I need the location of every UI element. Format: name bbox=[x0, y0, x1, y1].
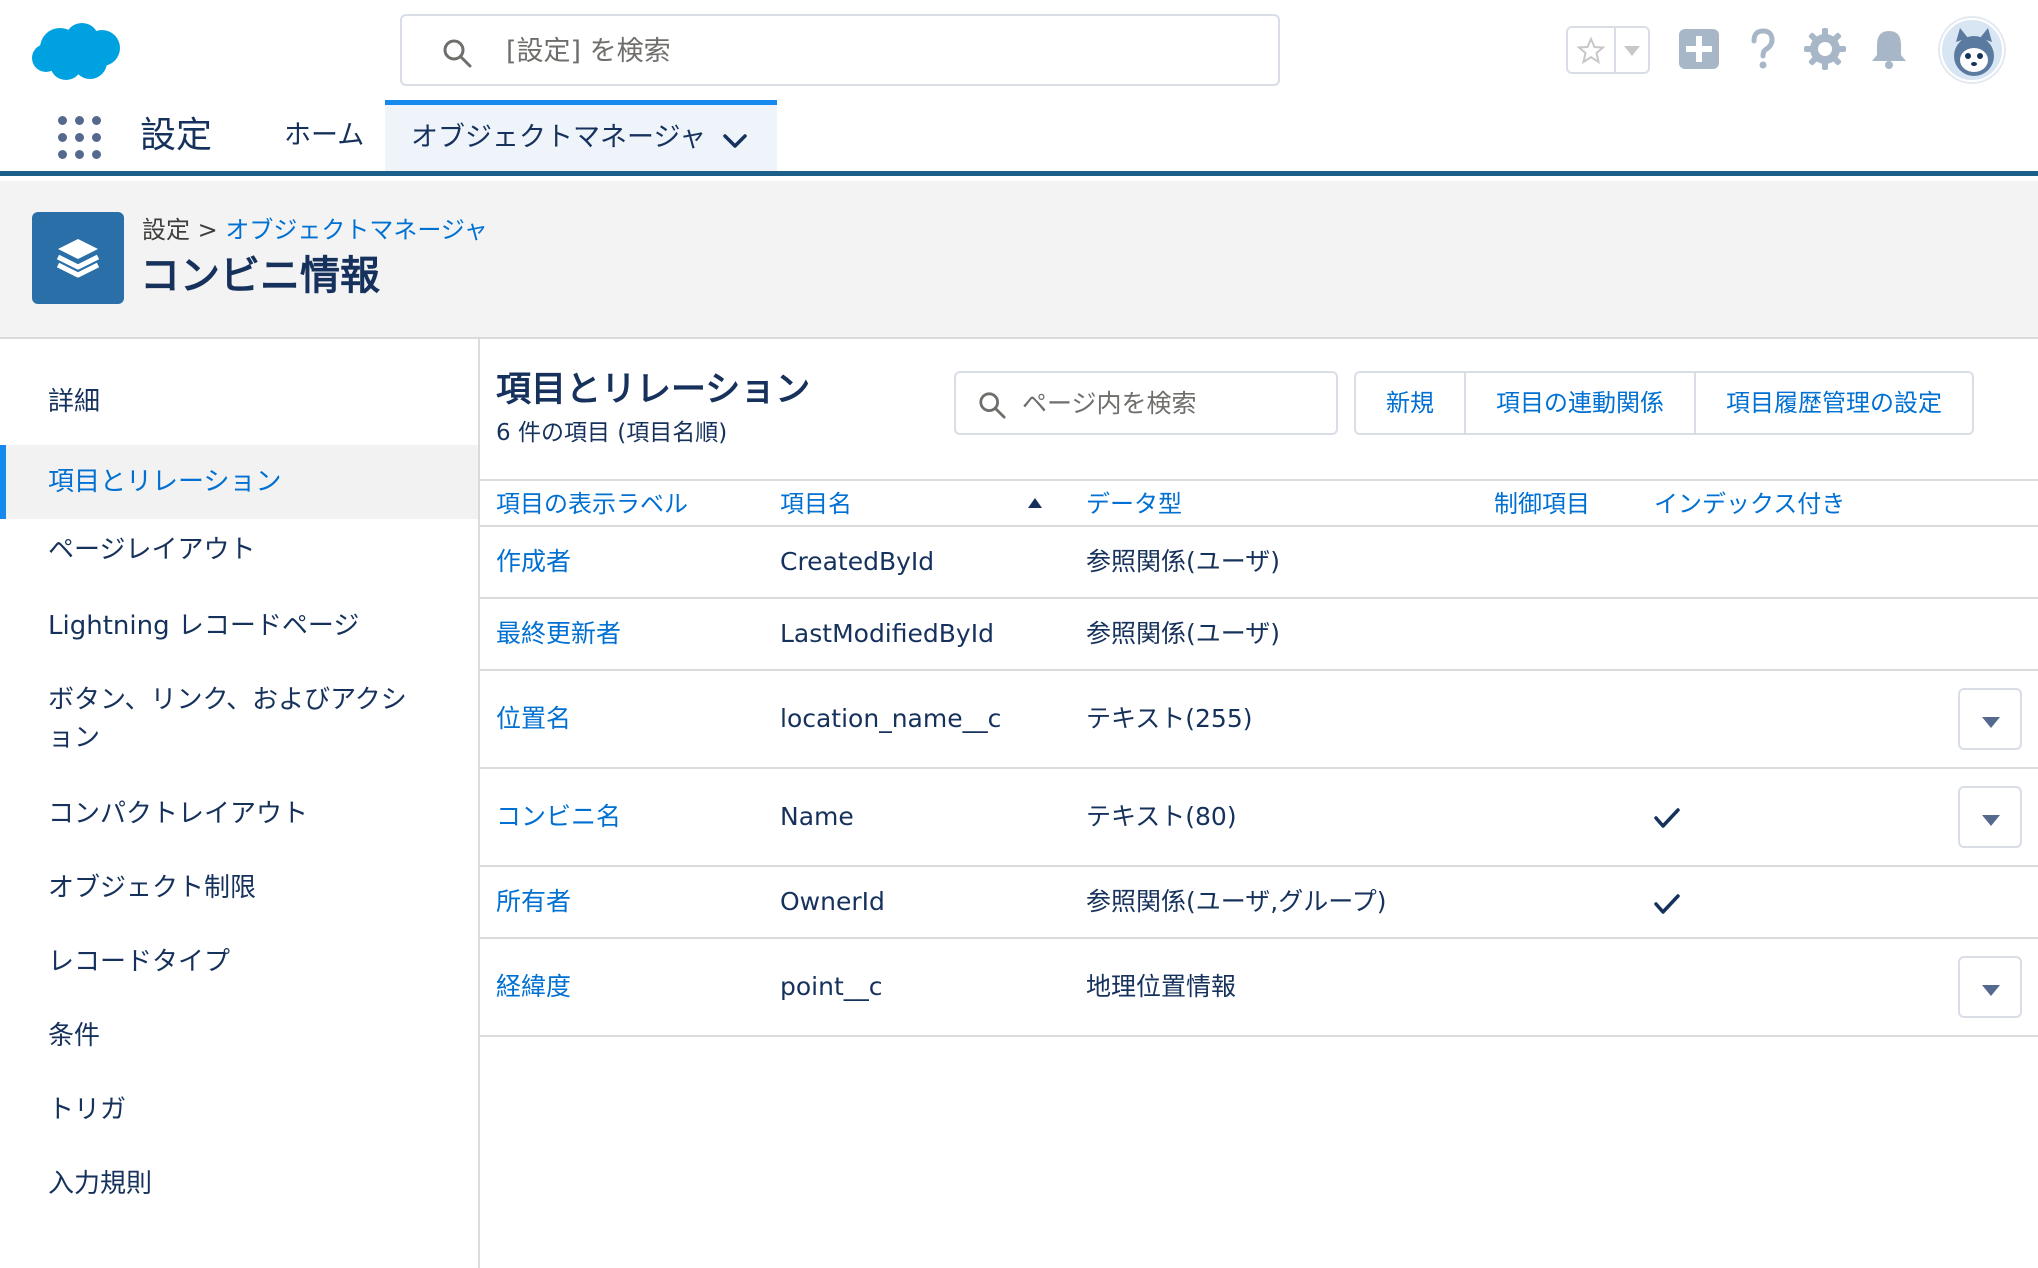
new-button[interactable]: 新規 bbox=[1356, 373, 1466, 433]
field-data-type: テキスト(255) bbox=[1086, 704, 1253, 733]
table-row: 位置名 location_name__c テキスト(255) bbox=[480, 671, 2038, 769]
field-data-type: 参照関係(ユーザ) bbox=[1086, 547, 1281, 576]
field-label-link[interactable]: 位置名 bbox=[496, 701, 571, 737]
app-launcher-icon[interactable] bbox=[56, 114, 104, 162]
field-label-link[interactable]: コンビニ名 bbox=[496, 799, 621, 835]
sidebar-item-page-layouts[interactable]: ページレイアウト bbox=[0, 531, 478, 569]
global-header: [設定] を検索 bbox=[0, 0, 2038, 100]
search-icon bbox=[979, 392, 1006, 419]
layers-icon bbox=[56, 239, 100, 278]
field-api-name: CreatedById bbox=[780, 547, 935, 576]
section-subtitle: 6 件の項目 (項目名順) bbox=[496, 420, 728, 446]
field-dependencies-button[interactable]: 項目の連動関係 bbox=[1466, 373, 1696, 433]
field-api-name: OwnerId bbox=[780, 887, 885, 916]
sidebar-item-criteria[interactable]: 条件 bbox=[0, 1017, 478, 1055]
astro-avatar-icon bbox=[1954, 28, 1994, 76]
page-search-placeholder: ページ内を検索 bbox=[1022, 389, 1197, 418]
table-row: 最終更新者 LastModifiedById 参照関係(ユーザ) bbox=[480, 599, 2038, 671]
row-actions-dropdown[interactable] bbox=[1958, 786, 2022, 848]
dropdown-menu-icon bbox=[1982, 717, 2000, 728]
table-row: 作成者 CreatedById 参照関係(ユーザ) bbox=[480, 527, 2038, 599]
global-search-input[interactable]: [設定] を検索 bbox=[400, 14, 1280, 86]
nav-tab-object-manager[interactable]: オブジェクトマネージャ bbox=[385, 100, 777, 171]
row-actions-dropdown[interactable] bbox=[1958, 688, 2022, 750]
sidebar-item-details[interactable]: 詳細 bbox=[0, 383, 478, 421]
action-button-group: 新規 項目の連動関係 項目履歴管理の設定 bbox=[1354, 371, 1974, 435]
avatar[interactable] bbox=[1940, 18, 2004, 82]
fields-table-header: 項目の表示ラベル 項目名 データ型 制御項目 インデックス付き bbox=[480, 479, 2038, 527]
field-label-link[interactable]: 所有者 bbox=[496, 884, 571, 920]
breadcrumb-separator: > bbox=[190, 216, 226, 244]
breadcrumb-root: 設定 bbox=[142, 216, 190, 244]
field-data-type: 参照関係(ユーザ,グループ) bbox=[1086, 887, 1387, 916]
field-api-name: LastModifiedById bbox=[780, 619, 994, 648]
field-label-link[interactable]: 最終更新者 bbox=[496, 616, 621, 652]
favorites-button-group[interactable] bbox=[1566, 26, 1650, 74]
sidebar-item-record-types[interactable]: レコードタイプ bbox=[0, 943, 478, 981]
page-search-input[interactable]: ページ内を検索 bbox=[954, 371, 1338, 435]
sidebar-item-fields-relationships[interactable]: 項目とリレーション bbox=[0, 445, 478, 519]
nav-tab-home[interactable]: ホーム bbox=[284, 118, 364, 154]
object-icon bbox=[32, 212, 124, 304]
column-header-data-type[interactable]: データ型 bbox=[1086, 487, 1182, 521]
row-actions-dropdown[interactable] bbox=[1958, 956, 2022, 1018]
breadcrumb: 設定 > オブジェクトマネージャ bbox=[142, 214, 488, 246]
column-header-field-label[interactable]: 項目の表示ラベル bbox=[496, 487, 688, 521]
column-header-controlling-field[interactable]: 制御項目 bbox=[1494, 487, 1590, 521]
sidebar-item-validation-rules[interactable]: 入力規則 bbox=[0, 1165, 478, 1203]
breadcrumb-object-manager-link[interactable]: オブジェクトマネージャ bbox=[225, 216, 487, 244]
add-icon[interactable] bbox=[1676, 26, 1722, 72]
search-icon bbox=[443, 39, 472, 68]
field-api-name: Name bbox=[780, 802, 854, 831]
sidebar-item-lightning-record-pages[interactable]: Lightning レコードページ bbox=[0, 607, 478, 645]
field-data-type: テキスト(80) bbox=[1086, 802, 1237, 831]
table-row: 経緯度 point__c 地理位置情報 bbox=[480, 939, 2038, 1037]
section-title: 項目とリレーション bbox=[496, 370, 811, 410]
gear-icon[interactable] bbox=[1802, 26, 1848, 72]
dropdown-menu-icon bbox=[1982, 985, 2000, 996]
bell-icon[interactable] bbox=[1866, 26, 1912, 72]
field-label-link[interactable]: 作成者 bbox=[496, 544, 571, 580]
sidebar-item-triggers[interactable]: トリガ bbox=[0, 1091, 478, 1129]
help-icon[interactable] bbox=[1740, 26, 1786, 72]
salesforce-logo[interactable] bbox=[30, 18, 124, 84]
field-api-name: location_name__c bbox=[780, 704, 1002, 733]
dropdown-menu-icon bbox=[1982, 815, 2000, 826]
table-row: コンビニ名 Name テキスト(80) bbox=[480, 769, 2038, 867]
field-api-name: point__c bbox=[780, 972, 883, 1001]
table-row: 所有者 OwnerId 参照関係(ユーザ,グループ) bbox=[480, 867, 2038, 939]
sort-ascending-icon bbox=[1028, 498, 1042, 508]
object-sidebar: 詳細 項目とリレーション ページレイアウト Lightning レコードページ … bbox=[0, 339, 480, 1268]
chevron-down-icon[interactable] bbox=[1624, 46, 1640, 56]
check-icon bbox=[1654, 808, 1680, 828]
main-content: 項目とリレーション 6 件の項目 (項目名順) ページ内を検索 新規 項目の連動… bbox=[480, 339, 2038, 1268]
column-header-indexed[interactable]: インデックス付き bbox=[1654, 487, 1845, 521]
nav-tab-label: オブジェクトマネージャ bbox=[411, 122, 707, 153]
page-title: コンビニ情報 bbox=[140, 253, 380, 299]
field-data-type: 地理位置情報 bbox=[1086, 972, 1237, 1001]
column-header-field-name[interactable]: 項目名 bbox=[780, 487, 852, 521]
field-data-type: 参照関係(ユーザ) bbox=[1086, 619, 1281, 648]
sidebar-item-buttons-links-actions[interactable]: ボタン、リンク、およびアクション bbox=[0, 681, 478, 757]
sidebar-item-object-limits[interactable]: オブジェクト制限 bbox=[0, 869, 478, 907]
search-placeholder: [設定] を検索 bbox=[506, 36, 671, 67]
chevron-down-icon[interactable] bbox=[721, 127, 749, 155]
app-name: 設定 bbox=[140, 115, 213, 156]
star-icon[interactable] bbox=[1576, 36, 1606, 66]
context-nav-bar: 設定 ホーム オブジェクトマネージャ bbox=[0, 100, 2038, 176]
field-label-link[interactable]: 経緯度 bbox=[496, 969, 571, 1005]
check-icon bbox=[1654, 894, 1680, 914]
sidebar-item-compact-layouts[interactable]: コンパクトレイアウト bbox=[0, 795, 478, 833]
divider bbox=[1614, 28, 1616, 72]
field-history-tracking-button[interactable]: 項目履歴管理の設定 bbox=[1696, 373, 1972, 433]
page-header: 設定 > オブジェクトマネージャ コンビニ情報 bbox=[0, 181, 2038, 339]
